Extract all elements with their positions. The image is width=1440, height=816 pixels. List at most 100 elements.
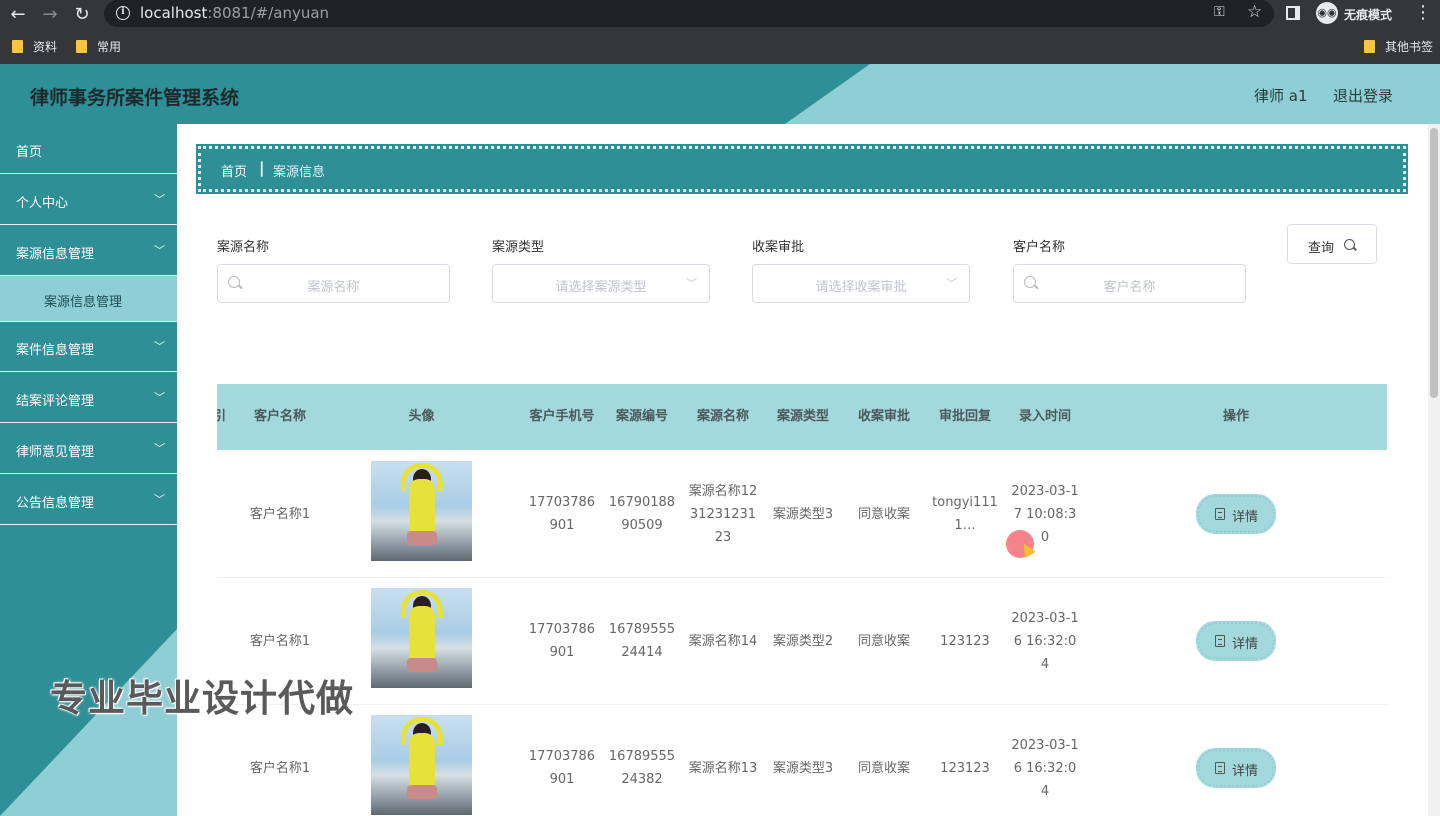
table-row: 客户名称1 17703786901 1678955524382 案源名称13 案… — [217, 705, 1387, 816]
bookmarks-bar: 资料 常用 其他书签 — [0, 28, 1440, 64]
case-source-table: 引 客户名称 头像 客户手机号 案源编号 案源名称 案源类型 收案审批 审批回复… — [217, 384, 1387, 816]
cell-name: 案源名称13 — [688, 760, 758, 776]
address-bar[interactable]: i localhost:8081/#/anyuan ⚿ ☆ — [104, 0, 1274, 27]
avatar — [371, 715, 472, 815]
bookmark-folder-ziliao[interactable]: 资料 — [12, 38, 57, 55]
cell-customer: 客户名称1 — [249, 506, 311, 522]
sidebar-item-case-info[interactable]: 案件信息管理 ﹀ — [0, 322, 177, 372]
col-case-name: 案源名称 — [696, 409, 749, 424]
bookmark-folder-changyong[interactable]: 常用 — [76, 38, 121, 55]
breadcrumb-separator: | — [259, 159, 265, 177]
breadcrumb: 首页 | 案源信息 — [196, 144, 1408, 194]
table-row: 客户名称1 17703786901 1679018890509 案源名称1231… — [217, 451, 1387, 578]
cell-phone: 17703786901 — [528, 495, 596, 533]
document-icon — [1215, 508, 1225, 520]
detail-button[interactable]: 详情 — [1196, 494, 1276, 534]
breadcrumb-home[interactable]: 首页 — [221, 161, 247, 180]
cell-reply: tongyi1111… — [932, 495, 998, 533]
cell-approval: 同意收案 — [857, 760, 910, 776]
current-user: 律师 a1 — [1254, 87, 1308, 105]
col-phone: 客户手机号 — [529, 409, 595, 424]
case-type-label: 案源类型 — [492, 240, 545, 255]
browser-menu-icon[interactable]: ⋮ — [1414, 2, 1432, 23]
logout-link[interactable]: 退出登录 — [1333, 85, 1393, 106]
info-icon[interactable]: i — [116, 6, 130, 20]
bookmark-folder-other[interactable]: 其他书签 — [1364, 38, 1433, 55]
customer-name-label: 客户名称 — [1013, 240, 1066, 255]
cell-phone: 17703786901 — [528, 749, 596, 787]
case-type-select[interactable]: 请选择案源类型 ﹀ — [492, 264, 710, 303]
cell-time: 2023-03-16 16:32:04 — [1011, 610, 1079, 672]
url-text[interactable]: localhost:8081/#/anyuan — [140, 4, 329, 22]
incognito-icon[interactable]: ◉◉ — [1316, 2, 1338, 24]
cell-name: 案源名称14 — [688, 633, 758, 649]
approval-select[interactable]: 请选择收案审批 ﹀ — [752, 264, 970, 303]
cell-type: 案源类型3 — [772, 760, 834, 776]
col-avatar: 头像 — [408, 409, 435, 424]
scrollbar-thumb[interactable] — [1430, 128, 1438, 398]
col-time: 录入时间 — [1018, 409, 1071, 424]
customer-name-input[interactable]: 客户名称 — [1013, 264, 1246, 303]
incognito-label: 无痕模式 — [1344, 8, 1393, 22]
sidebar-item-personal-center[interactable]: 个人中心 ﹀ — [0, 175, 177, 225]
avatar — [371, 461, 472, 561]
chevron-down-icon: ﹀ — [686, 277, 697, 290]
table-row: 客户名称1 17703786901 1678955524414 案源名称14 案… — [217, 578, 1387, 705]
cell-reply: 123123 — [940, 760, 990, 776]
side-panel-icon[interactable] — [1286, 6, 1300, 20]
query-button[interactable]: 查询 — [1287, 224, 1377, 264]
reload-icon[interactable]: ↻ — [70, 2, 94, 26]
cell-code: 1679018890509 — [608, 495, 676, 533]
bookmark-star-icon[interactable]: ☆ — [1247, 2, 1262, 22]
app-title: 律师事务所案件管理系统 — [30, 87, 240, 109]
col-case-type: 案源类型 — [776, 409, 829, 424]
chevron-down-icon: ﹀ — [154, 340, 165, 353]
cell-code: 1678955524414 — [608, 622, 676, 660]
case-name-label: 案源名称 — [217, 240, 270, 255]
sidebar-item-lawyer-opinions[interactable]: 律师意见管理 ﹀ — [0, 424, 177, 474]
chevron-down-icon: ﹀ — [154, 391, 165, 404]
back-arrow-icon[interactable]: ← — [6, 2, 30, 26]
document-icon — [1215, 762, 1225, 774]
cell-time: 2023-03-16 16:32:04 — [1011, 737, 1079, 799]
table-header: 引 客户名称 头像 客户手机号 案源编号 案源名称 案源类型 收案审批 审批回复… — [217, 384, 1387, 450]
cell-approval: 同意收案 — [857, 506, 910, 522]
avatar — [371, 588, 472, 688]
forward-arrow-icon[interactable]: → — [38, 2, 62, 26]
chevron-down-icon: ﹀ — [154, 244, 165, 257]
sidebar-item-closing-comments[interactable]: 结案评论管理 ﹀ — [0, 373, 177, 423]
col-actions: 操作 — [1222, 409, 1249, 424]
cell-reply: 123123 — [940, 633, 990, 649]
folder-icon — [12, 40, 23, 53]
folder-icon — [76, 40, 87, 53]
cell-type: 案源类型2 — [772, 633, 834, 649]
sidebar-item-announcements[interactable]: 公告信息管理 ﹀ — [0, 475, 177, 525]
cell-time: 2023-03-17 10:08:30 — [1011, 483, 1079, 545]
browser-chrome: ← → ↻ i localhost:8081/#/anyuan ⚿ ☆ ◉◉ 无… — [0, 0, 1440, 64]
breadcrumb-current: 案源信息 — [273, 165, 326, 180]
approval-label: 收案审批 — [752, 240, 805, 255]
case-name-input[interactable]: 案源名称 — [217, 264, 450, 303]
search-icon — [1344, 239, 1355, 250]
cell-code: 1678955524382 — [608, 749, 676, 787]
folder-icon — [1364, 40, 1375, 53]
cell-name: 案源名称123123123123 — [688, 483, 758, 545]
chevron-down-icon: ﹀ — [154, 193, 165, 206]
sidebar-item-case-source[interactable]: 案源信息管理 ﹀ — [0, 226, 177, 276]
key-icon[interactable]: ⚿ — [1214, 4, 1225, 20]
sidebar-subitem-case-source[interactable]: 案源信息管理 — [0, 276, 177, 322]
col-approval: 收案审批 — [857, 409, 910, 424]
detail-button[interactable]: 详情 — [1196, 621, 1276, 661]
cell-type: 案源类型3 — [772, 506, 834, 522]
chevron-down-icon: ﹀ — [154, 493, 165, 506]
cell-phone: 17703786901 — [528, 622, 596, 660]
detail-button[interactable]: 详情 — [1196, 748, 1276, 788]
page-scrollbar[interactable] — [1428, 124, 1440, 816]
document-icon — [1215, 635, 1225, 647]
app-header: 律师事务所案件管理系统 律师 a1 退出登录 — [0, 64, 1440, 124]
sidebar-item-home[interactable]: 首页 — [0, 124, 177, 174]
chevron-down-icon: ﹀ — [154, 442, 165, 455]
col-case-code: 案源编号 — [615, 409, 668, 424]
col-customer-name: 客户名称 — [253, 409, 306, 424]
watermark-text: 专业毕业设计代做 — [50, 677, 354, 720]
